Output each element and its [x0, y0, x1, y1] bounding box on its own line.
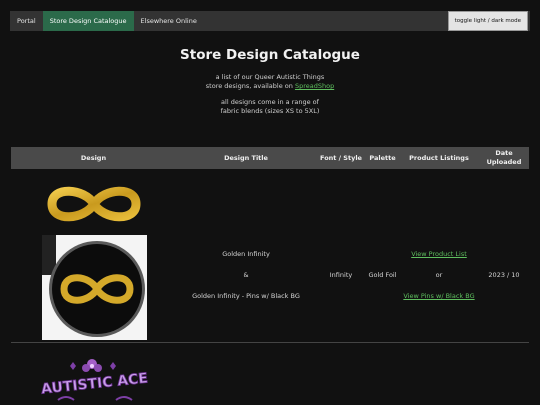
font-style-cell: Infinity [329, 270, 353, 279]
header-font-style: Font / Style [316, 147, 366, 169]
row-divider [11, 342, 529, 343]
golden-infinity-pin-image [42, 235, 147, 340]
date-uploaded-cell: 2023 / 10 [488, 270, 520, 279]
intro-line-2: store designs, available on [205, 82, 295, 90]
header-date-uploaded: Date Uploaded [479, 147, 529, 169]
intro-line-3: all designs come in a range of [221, 98, 319, 106]
intro-line-1: a list of our Queer Autistic Things [215, 73, 325, 81]
listing-or: or [435, 270, 443, 279]
design-title-bottom: Golden Infinity - Pins w/ Black BG [192, 291, 300, 300]
header-palette: Palette [366, 147, 399, 169]
view-pins-link[interactable]: View Pins w/ Black BG [399, 292, 479, 300]
nav-store-design-catalogue[interactable]: Store Design Catalogue [42, 11, 134, 31]
design-title-cell: Golden Infinity & Golden Infinity - Pins… [176, 250, 316, 300]
intro-line-4: fabric blends (sizes XS to 5XL) [220, 107, 320, 115]
autistic-ace-image: AUTISTIC ACE [40, 352, 150, 405]
product-listings-cell: View Product List or View Pins w/ Black … [399, 250, 479, 300]
intro-text: a list of our Queer Autistic Things stor… [0, 73, 540, 123]
theme-toggle-button[interactable]: toggle light / dark mode [447, 11, 528, 31]
header-design: Design [11, 147, 176, 169]
view-product-list-link[interactable]: View Product List [399, 250, 479, 258]
top-nav: Portal Store Design Catalogue Elsewhere … [10, 11, 530, 31]
header-product-listings: Product Listings [399, 147, 479, 169]
flower-icon [70, 359, 116, 372]
palette-cell: Gold Foil [368, 270, 397, 279]
table-header-row: Design Design Title Font / Style Palette… [11, 147, 529, 169]
header-design-title: Design Title [176, 147, 316, 169]
design-title-and: & [243, 270, 249, 279]
design-title-top: Golden Infinity [222, 249, 270, 258]
nav-portal[interactable]: Portal [10, 11, 43, 31]
golden-infinity-image [47, 186, 141, 222]
page-title: Store Design Catalogue [180, 47, 360, 63]
nav-elsewhere-online[interactable]: Elsewhere Online [134, 11, 204, 31]
autistic-ace-wordart: AUTISTIC ACE [40, 370, 148, 397]
spreadshop-link[interactable]: SpreadShop [295, 82, 334, 90]
